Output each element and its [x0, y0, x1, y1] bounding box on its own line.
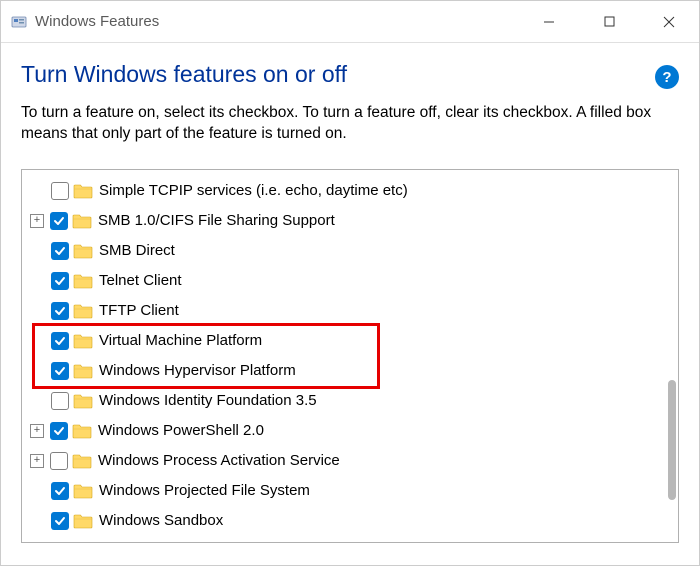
page-description: To turn a feature on, select its checkbo… — [21, 103, 679, 145]
folder-icon — [72, 423, 92, 439]
maximize-button[interactable] — [579, 1, 639, 43]
feature-item[interactable]: Windows Subsystem for Linux — [22, 536, 678, 542]
feature-checkbox[interactable] — [51, 272, 69, 290]
feature-item[interactable]: Windows Sandbox — [22, 506, 678, 536]
feature-checkbox[interactable] — [51, 362, 69, 380]
page-heading: Turn Windows features on or off — [21, 61, 655, 88]
feature-label: Telnet Client — [99, 272, 182, 289]
feature-checkbox[interactable] — [51, 242, 69, 260]
folder-icon — [72, 453, 92, 469]
titlebar: Windows Features — [1, 1, 699, 43]
feature-label: Virtual Machine Platform — [99, 332, 262, 349]
window-controls — [519, 1, 699, 43]
feature-label: TFTP Client — [99, 302, 179, 319]
feature-checkbox[interactable] — [51, 512, 69, 530]
feature-item[interactable]: Windows Projected File System — [22, 476, 678, 506]
help-icon[interactable]: ? — [655, 65, 679, 89]
minimize-button[interactable] — [519, 1, 579, 43]
expand-icon[interactable]: + — [30, 424, 44, 438]
feature-checkbox[interactable] — [51, 482, 69, 500]
feature-checkbox[interactable] — [51, 182, 69, 200]
expand-icon[interactable]: + — [30, 454, 44, 468]
folder-icon — [73, 333, 93, 349]
feature-item[interactable]: Virtual Machine Platform — [22, 326, 678, 356]
feature-item[interactable]: + SMB 1.0/CIFS File Sharing Support — [22, 206, 678, 236]
window-title: Windows Features — [35, 13, 519, 30]
feature-label: Simple TCPIP services (i.e. echo, daytim… — [99, 182, 408, 199]
feature-checkbox[interactable] — [51, 392, 69, 410]
feature-label: Windows Projected File System — [99, 482, 310, 499]
feature-item[interactable]: + Windows PowerShell 2.0 — [22, 416, 678, 446]
close-button[interactable] — [639, 1, 699, 43]
feature-label: SMB 1.0/CIFS File Sharing Support — [98, 212, 335, 229]
feature-item[interactable]: Telnet Client — [22, 266, 678, 296]
folder-icon — [73, 243, 93, 259]
feature-checkbox[interactable] — [50, 452, 68, 470]
expand-icon[interactable]: + — [30, 214, 44, 228]
content-area: Turn Windows features on or off ? To tur… — [1, 43, 699, 155]
feature-checkbox[interactable] — [50, 212, 68, 230]
feature-label: Windows PowerShell 2.0 — [98, 422, 264, 439]
feature-item[interactable]: Windows Identity Foundation 3.5 — [22, 386, 678, 416]
folder-icon — [72, 213, 92, 229]
folder-icon — [73, 513, 93, 529]
folder-icon — [73, 273, 93, 289]
folder-icon — [73, 393, 93, 409]
features-tree-container: Simple TCPIP services (i.e. echo, daytim… — [21, 169, 679, 543]
feature-label: Windows Identity Foundation 3.5 — [99, 392, 317, 409]
feature-checkbox[interactable] — [50, 422, 68, 440]
feature-item[interactable]: SMB Direct — [22, 236, 678, 266]
folder-icon — [73, 363, 93, 379]
feature-item[interactable]: Simple TCPIP services (i.e. echo, daytim… — [22, 176, 678, 206]
folder-icon — [73, 183, 93, 199]
folder-icon — [73, 483, 93, 499]
feature-item[interactable]: Windows Hypervisor Platform — [22, 356, 678, 386]
feature-label: SMB Direct — [99, 242, 175, 259]
feature-checkbox[interactable] — [51, 332, 69, 350]
feature-checkbox[interactable] — [51, 302, 69, 320]
feature-label: Windows Sandbox — [99, 512, 223, 529]
feature-label: Windows Process Activation Service — [98, 452, 340, 469]
feature-item[interactable]: TFTP Client — [22, 296, 678, 326]
scrollbar-thumb[interactable] — [668, 380, 676, 500]
app-icon — [11, 14, 27, 30]
folder-icon — [73, 303, 93, 319]
feature-label: Windows Hypervisor Platform — [99, 362, 296, 379]
feature-item[interactable]: + Windows Process Activation Service — [22, 446, 678, 476]
features-tree[interactable]: Simple TCPIP services (i.e. echo, daytim… — [22, 170, 678, 542]
